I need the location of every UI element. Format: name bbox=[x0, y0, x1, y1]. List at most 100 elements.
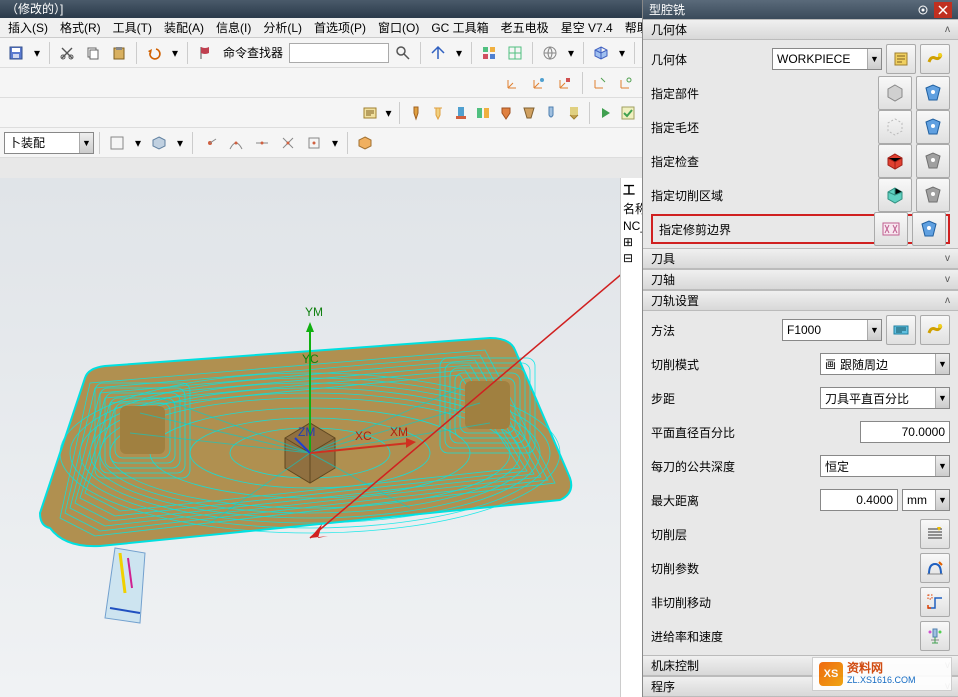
section-path[interactable]: 刀轨设置ʌ bbox=[643, 290, 958, 311]
blank-label: 指定毛坯 bbox=[651, 119, 878, 136]
flag-icon[interactable] bbox=[193, 41, 217, 65]
csys4-icon[interactable] bbox=[588, 71, 612, 95]
dropdown-arrow-icon[interactable]: ▾ bbox=[564, 41, 578, 65]
tree-expand-icon[interactable]: ⊞ bbox=[621, 234, 642, 250]
edit-geom-button[interactable] bbox=[886, 44, 916, 74]
verify-icon[interactable] bbox=[617, 101, 638, 125]
pt2-icon[interactable] bbox=[224, 131, 248, 155]
menu-assembly[interactable]: 装配(A) bbox=[158, 19, 210, 36]
pt5-icon[interactable] bbox=[302, 131, 326, 155]
menu-gctoolbox[interactable]: GC 工具箱 bbox=[425, 19, 494, 36]
pt4-icon[interactable] bbox=[276, 131, 300, 155]
depth-combo[interactable]: 恒定▼ bbox=[820, 455, 950, 477]
dropdown-arrow-icon[interactable]: ▾ bbox=[328, 131, 342, 155]
grid1-icon[interactable] bbox=[477, 41, 501, 65]
pct-input[interactable] bbox=[860, 421, 950, 443]
cutarea-select-button[interactable] bbox=[878, 178, 912, 212]
viewport-3d[interactable]: YM YC XM XC ZM bbox=[0, 178, 620, 697]
svg-text:XC: XC bbox=[355, 429, 372, 443]
grid2-icon[interactable] bbox=[503, 41, 527, 65]
menu-xingkong[interactable]: 星空 V7.4 bbox=[555, 19, 619, 36]
menu-prefs[interactable]: 首选项(P) bbox=[308, 19, 372, 36]
csys1-icon[interactable] bbox=[501, 71, 525, 95]
tree-collapse-icon[interactable]: ⊟ bbox=[621, 250, 642, 266]
settings-icon[interactable] bbox=[914, 2, 932, 18]
assembly-combo[interactable]: 卜装配▼ bbox=[4, 132, 94, 154]
cube-icon[interactable] bbox=[589, 41, 613, 65]
method-new-button[interactable] bbox=[920, 315, 950, 345]
cut-icon[interactable] bbox=[55, 41, 79, 65]
part-display-button[interactable] bbox=[916, 76, 950, 110]
cutlayer-button[interactable] bbox=[920, 519, 950, 549]
check-select-button[interactable] bbox=[878, 144, 912, 178]
part-select-button[interactable] bbox=[878, 76, 912, 110]
dropdown-arrow-icon[interactable]: ▾ bbox=[452, 41, 466, 65]
new-geom-button[interactable] bbox=[920, 44, 950, 74]
blank-select-button[interactable] bbox=[878, 110, 912, 144]
section-axis[interactable]: 刀轴v bbox=[643, 269, 958, 290]
pt1-icon[interactable] bbox=[198, 131, 222, 155]
menu-info[interactable]: 信息(I) bbox=[210, 19, 257, 36]
sel2-icon[interactable] bbox=[147, 131, 171, 155]
sel1-icon[interactable] bbox=[105, 131, 129, 155]
nav-icon[interactable] bbox=[426, 41, 450, 65]
cutmode-combo[interactable]: 画跟随周边▼ bbox=[820, 353, 950, 375]
dropdown-arrow-icon[interactable]: ▾ bbox=[383, 101, 395, 125]
cutparam-button[interactable] bbox=[920, 553, 950, 583]
csys2-icon[interactable] bbox=[527, 71, 551, 95]
trim-display-button[interactable] bbox=[912, 212, 946, 246]
menu-tools[interactable]: 工具(T) bbox=[107, 19, 158, 36]
tool2-icon[interactable] bbox=[428, 101, 449, 125]
noncut-button[interactable] bbox=[920, 587, 950, 617]
close-icon[interactable] bbox=[934, 2, 952, 18]
dropdown-arrow-icon[interactable]: ▾ bbox=[168, 41, 182, 65]
csys5-icon[interactable] bbox=[614, 71, 638, 95]
play-icon[interactable] bbox=[595, 101, 616, 125]
method-label: 方法 bbox=[651, 322, 782, 339]
save-icon[interactable] bbox=[4, 41, 28, 65]
geometry-combo[interactable]: WORKPIECE▼ bbox=[772, 48, 882, 70]
tool6-icon[interactable] bbox=[518, 101, 539, 125]
menu-analysis[interactable]: 分析(L) bbox=[257, 19, 308, 36]
csys3-icon[interactable] bbox=[553, 71, 577, 95]
cube2-icon[interactable] bbox=[353, 131, 377, 155]
dropdown-arrow-icon[interactable]: ▾ bbox=[173, 131, 187, 155]
tool1-icon[interactable] bbox=[405, 101, 426, 125]
blank-display-button[interactable] bbox=[916, 110, 950, 144]
section-tool[interactable]: 刀具v bbox=[643, 248, 958, 269]
tree-node[interactable]: NC_ bbox=[621, 218, 642, 234]
tool4-icon[interactable] bbox=[473, 101, 494, 125]
menu-format[interactable]: 格式(R) bbox=[54, 19, 107, 36]
maxdist-unit-combo[interactable]: mm▼ bbox=[902, 489, 950, 511]
tool7-icon[interactable] bbox=[541, 101, 562, 125]
dropdown-arrow-icon[interactable]: ▾ bbox=[30, 41, 44, 65]
menu-insert[interactable]: 插入(S) bbox=[2, 19, 54, 36]
menu-window[interactable]: 窗口(O) bbox=[372, 19, 425, 36]
dropdown-arrow-icon[interactable]: ▾ bbox=[131, 131, 145, 155]
undo-icon[interactable] bbox=[142, 41, 166, 65]
step-combo[interactable]: 刀具平直百分比▼ bbox=[820, 387, 950, 409]
watermark-text: 资料网 bbox=[847, 662, 916, 675]
pt3-icon[interactable] bbox=[250, 131, 274, 155]
tool3-icon[interactable] bbox=[450, 101, 471, 125]
search-icon[interactable] bbox=[391, 41, 415, 65]
globe-icon[interactable] bbox=[538, 41, 562, 65]
method-combo[interactable]: F1000▼ bbox=[782, 319, 882, 341]
prog-icon[interactable] bbox=[360, 101, 381, 125]
tool8-icon[interactable] bbox=[563, 101, 584, 125]
menu-laowu[interactable]: 老五电极 bbox=[495, 19, 555, 36]
feed-button[interactable] bbox=[920, 621, 950, 651]
maxdist-input[interactable] bbox=[820, 489, 898, 511]
method-edit-button[interactable] bbox=[886, 315, 916, 345]
copy-icon[interactable] bbox=[81, 41, 105, 65]
operation-tree[interactable]: 工 名称 NC_ ⊞ ⊟ bbox=[620, 178, 642, 697]
cutarea-display-button[interactable] bbox=[916, 178, 950, 212]
paste-icon[interactable] bbox=[107, 41, 131, 65]
chevron-down-icon: v bbox=[945, 253, 950, 264]
tool5-icon[interactable] bbox=[496, 101, 517, 125]
check-display-button[interactable] bbox=[916, 144, 950, 178]
dropdown-arrow-icon[interactable]: ▾ bbox=[615, 41, 629, 65]
trim-select-button[interactable] bbox=[874, 212, 908, 246]
command-finder-input[interactable] bbox=[289, 43, 389, 63]
section-geometry[interactable]: 几何体ʌ bbox=[643, 19, 958, 40]
